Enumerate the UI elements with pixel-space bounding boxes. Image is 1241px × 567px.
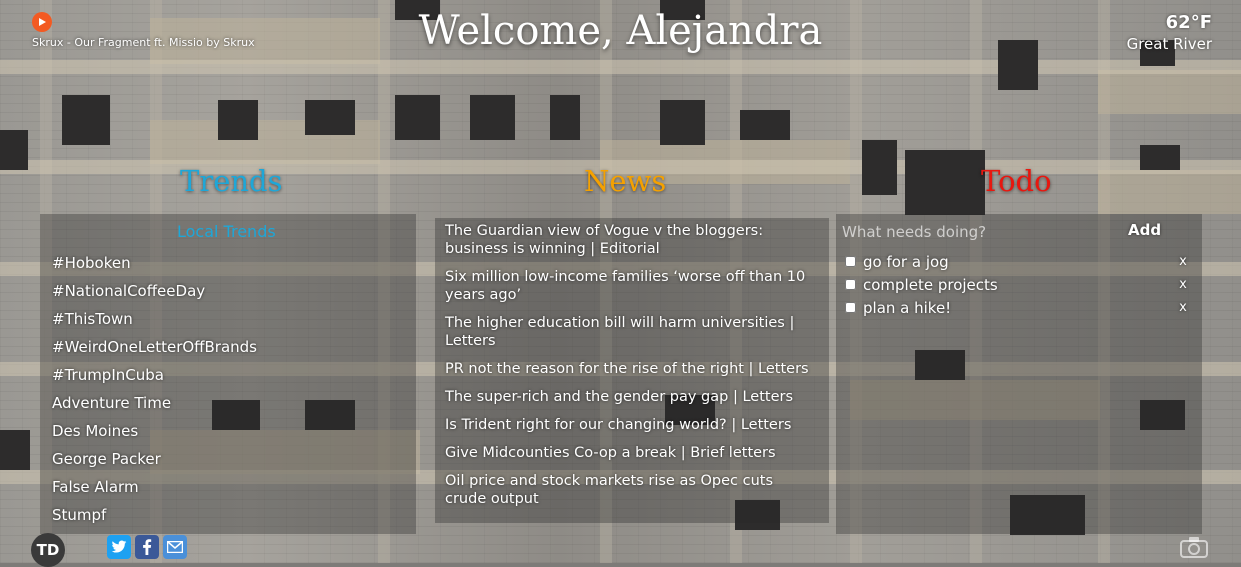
todo-title: Todo — [981, 164, 1052, 198]
news-title: News — [584, 164, 667, 198]
news-headline[interactable]: Oil price and stock markets rise as Opec… — [445, 472, 815, 508]
todo-item: go for a jog x — [844, 250, 1194, 273]
weather-widget[interactable]: 62°F Great River — [1127, 12, 1212, 53]
news-headline[interactable]: PR not the reason for the rise of the ri… — [445, 360, 815, 378]
todo-checkbox[interactable] — [845, 256, 856, 267]
todo-label: complete projects — [863, 275, 998, 294]
email-share-button[interactable] — [163, 535, 187, 559]
td-logo[interactable]: TD — [31, 533, 65, 567]
todo-item: plan a hike! x — [844, 296, 1194, 319]
trend-list: #Hoboken #NationalCoffeeDay #ThisTown #W… — [52, 253, 257, 533]
todo-input[interactable] — [842, 221, 1112, 243]
news-headline[interactable]: The higher education bill will harm univ… — [445, 314, 815, 350]
add-todo-button[interactable]: Add — [1128, 221, 1161, 239]
local-trends-heading[interactable]: Local Trends — [177, 222, 276, 241]
todo-delete-button[interactable]: x — [1176, 300, 1190, 315]
todo-label: plan a hike! — [863, 298, 952, 317]
todo-checkbox[interactable] — [845, 279, 856, 290]
todo-delete-button[interactable]: x — [1176, 254, 1190, 269]
trend-item[interactable]: Adventure Time — [52, 393, 257, 421]
news-headline[interactable]: The Guardian view of Vogue v the blogger… — [445, 222, 815, 258]
trend-item[interactable]: George Packer — [52, 449, 257, 477]
trend-item[interactable]: #WeirdOneLetterOffBrands — [52, 337, 257, 365]
trend-item[interactable]: #Hoboken — [52, 253, 257, 281]
twitter-share-button[interactable] — [107, 535, 131, 559]
todo-delete-button[interactable]: x — [1176, 277, 1190, 292]
facebook-icon — [143, 539, 152, 555]
trend-item[interactable]: Stumpf — [52, 505, 257, 533]
news-headline[interactable]: Is Trident right for our changing world?… — [445, 416, 815, 434]
trends-title: Trends — [180, 164, 283, 198]
trend-item[interactable]: #ThisTown — [52, 309, 257, 337]
trend-item[interactable]: Des Moines — [52, 421, 257, 449]
news-list: The Guardian view of Vogue v the blogger… — [445, 222, 815, 518]
twitter-icon — [111, 540, 127, 553]
todo-item: complete projects x — [844, 273, 1194, 296]
camera-icon[interactable] — [1180, 536, 1208, 558]
news-headline[interactable]: Six million low-income families ‘worse o… — [445, 268, 815, 304]
facebook-share-button[interactable] — [135, 535, 159, 559]
trend-item[interactable]: False Alarm — [52, 477, 257, 505]
email-icon — [167, 541, 183, 553]
trend-item[interactable]: #NationalCoffeeDay — [52, 281, 257, 309]
welcome-greeting: Welcome, Alejandra — [418, 8, 823, 54]
news-headline[interactable]: The super-rich and the gender pay gap | … — [445, 388, 815, 406]
news-headline[interactable]: Give Midcounties Co-op a break | Brief l… — [445, 444, 815, 462]
todo-checkbox[interactable] — [845, 302, 856, 313]
trend-item[interactable]: #TrumpInCuba — [52, 365, 257, 393]
weather-temperature: 62°F — [1165, 12, 1212, 33]
todo-label: go for a jog — [863, 252, 949, 271]
weather-location: Great River — [1126, 35, 1212, 53]
todo-list: go for a jog x complete projects x plan … — [844, 250, 1194, 319]
